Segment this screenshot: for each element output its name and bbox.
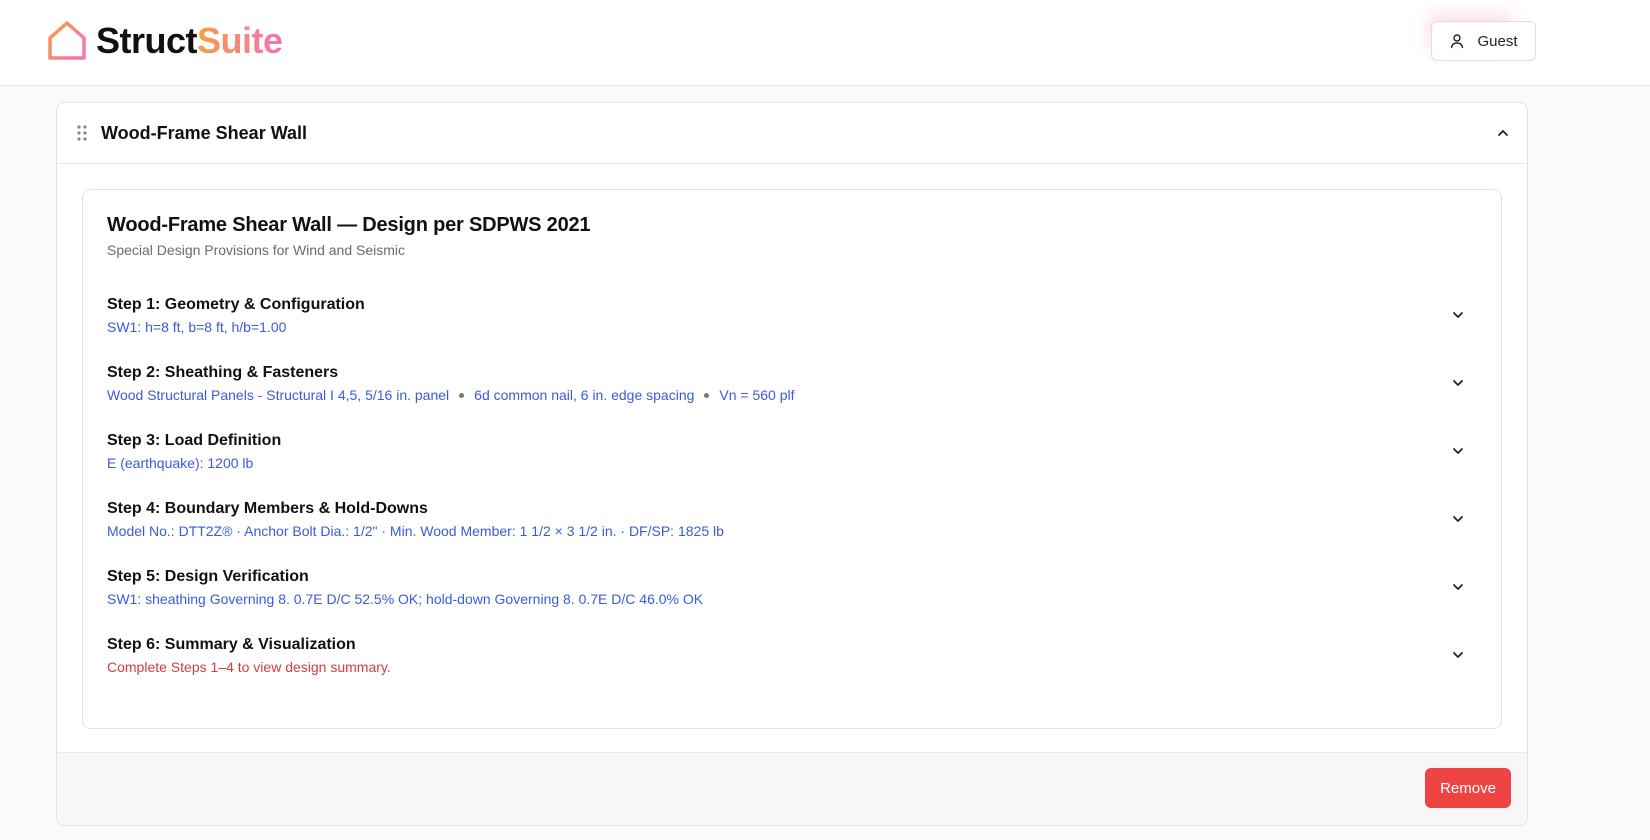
panel-header[interactable]: Wood-Frame Shear Wall xyxy=(57,103,1527,164)
step-row-1[interactable]: Step 1: Geometry & Configuration SW1: h=8… xyxy=(83,294,1501,364)
step-row-5[interactable]: Step 5: Design Verification SW1: sheathin… xyxy=(83,566,1501,636)
chevron-up-icon xyxy=(1498,130,1508,136)
step-summary-part: Complete Steps 1–4 to view design summar… xyxy=(107,659,391,675)
chevron-down-icon[interactable] xyxy=(1451,308,1465,322)
step-row-2[interactable]: Step 2: Sheathing & Fasteners Wood Struct… xyxy=(83,362,1501,432)
chevron-down-icon[interactable] xyxy=(1451,512,1465,526)
guest-label: Guest xyxy=(1477,32,1518,50)
calculation-card: Wood-Frame Shear Wall — Design per SDPWS… xyxy=(82,189,1502,729)
step-summary-part: Vn = 560 plf xyxy=(719,387,795,403)
step-summary: SW1: h=8 ft, b=8 ft, h/b=1.00 xyxy=(107,318,286,336)
brand-name-part2: Suite xyxy=(197,20,283,61)
step-summary: Wood Structural Panels - Structural I 4,… xyxy=(107,386,795,404)
step-summary: E (earthquake): 1200 lb xyxy=(107,454,253,472)
step-summary-part: SW1: h=8 ft, b=8 ft, h/b=1.00 xyxy=(107,319,287,335)
step-summary-part: 6d common nail, 6 in. edge spacing xyxy=(474,387,695,403)
calculation-subtitle: Special Design Provisions for Wind and S… xyxy=(107,242,406,258)
guest-user-button[interactable]: Guest xyxy=(1431,21,1536,61)
separator-dot xyxy=(704,392,710,398)
brand-name: StructSuite xyxy=(96,20,283,62)
step-row-6[interactable]: Step 6: Summary & Visualization Complete … xyxy=(83,634,1501,704)
step-title: Step 6: Summary & Visualization xyxy=(107,636,356,653)
module-panel: Wood-Frame Shear Wall Wood-Frame Shear W… xyxy=(56,102,1528,826)
house-outline-icon xyxy=(48,21,86,60)
step-title: Step 2: Sheathing & Fasteners xyxy=(107,364,339,381)
panel-title: Wood-Frame Shear Wall xyxy=(101,123,308,143)
chevron-down-icon[interactable] xyxy=(1451,580,1465,594)
app-logo[interactable]: StructSuite xyxy=(46,20,283,62)
collapse-button[interactable] xyxy=(1493,123,1513,143)
step-title: Step 3: Load Definition xyxy=(107,432,282,449)
chevron-down-icon[interactable] xyxy=(1451,376,1465,390)
step-summary-part: SW1: sheathing Governing 8. 0.7E D/C 52.… xyxy=(107,591,704,607)
remove-button[interactable]: Remove xyxy=(1425,768,1511,808)
step-summary: Model No.: DTT2Z® · Anchor Bolt Dia.: 1/… xyxy=(107,522,724,540)
step-summary-part: Wood Structural Panels - Structural I 4,… xyxy=(107,387,450,403)
separator-dot xyxy=(459,392,465,398)
step-title: Step 5: Design Verification xyxy=(107,568,309,585)
step-summary-part: Model No.: DTT2Z® · Anchor Bolt Dia.: 1/… xyxy=(107,523,724,539)
calculation-title: Wood-Frame Shear Wall — Design per SDPWS… xyxy=(107,214,591,236)
chevron-down-icon[interactable] xyxy=(1451,444,1465,458)
top-header: StructSuite Guest xyxy=(0,0,1650,86)
step-title: Step 1: Geometry & Configuration xyxy=(107,296,365,313)
step-summary: SW1: sheathing Governing 8. 0.7E D/C 52.… xyxy=(107,590,703,608)
panel-footer: Remove xyxy=(57,752,1527,825)
step-row-4[interactable]: Step 4: Boundary Members & Hold-Downs Mod… xyxy=(83,498,1501,568)
brand-name-part1: Struct xyxy=(96,20,198,61)
step-title: Step 4: Boundary Members & Hold-Downs xyxy=(107,500,428,517)
step-summary-part: E (earthquake): 1200 lb xyxy=(107,455,254,471)
user-icon xyxy=(1451,34,1464,49)
chevron-down-icon[interactable] xyxy=(1451,648,1465,662)
step-row-3[interactable]: Step 3: Load Definition E (earthquake): 1… xyxy=(83,430,1501,500)
step-summary: Complete Steps 1–4 to view design summar… xyxy=(107,658,391,676)
drag-handle-icon[interactable] xyxy=(77,125,87,141)
